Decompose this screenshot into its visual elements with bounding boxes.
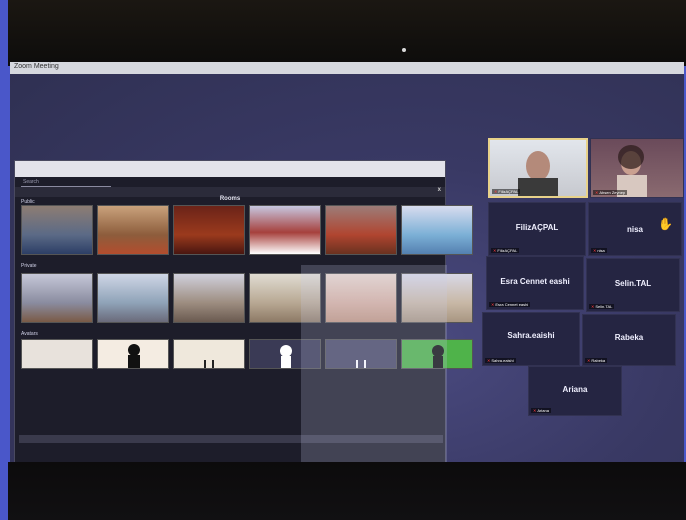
camera-dot: [402, 48, 406, 52]
participant-tag: ✕Ariana: [531, 408, 551, 413]
section-avatars-label: Avatars: [21, 331, 38, 337]
participant-tag: ✕Rabeka: [585, 358, 608, 363]
close-icon[interactable]: x: [438, 187, 441, 193]
figures-icon: [204, 360, 214, 368]
participant-tile[interactable]: Ariana ✕Ariana: [528, 366, 622, 416]
room-search-input[interactable]: Search: [21, 179, 111, 187]
silhouette-icon: [128, 344, 140, 368]
participant-name: Rabeka: [614, 333, 644, 342]
video-feed: [490, 140, 586, 196]
public-rooms-row: [21, 205, 473, 255]
participant-tag: ✕FilizAÇPAL: [492, 189, 521, 194]
avatar-thumbnail[interactable]: [21, 339, 93, 369]
room-thumbnail[interactable]: [401, 205, 473, 255]
participant-name: Selin.TAL: [614, 279, 652, 288]
room-thumbnail[interactable]: [97, 273, 169, 323]
room-thumbnail[interactable]: [21, 205, 93, 255]
participant-tag: ✕Esra Cennet eashi: [489, 302, 531, 307]
participant-tag: ✕FilizAÇPAL: [491, 248, 520, 253]
window-title: Zoom Meeting: [14, 63, 59, 70]
participant-name: Esra Cennet eashi: [500, 277, 570, 286]
picker-toolbar: [15, 161, 445, 177]
picker-header: Rooms x: [15, 187, 445, 202]
picker-title: Rooms: [219, 196, 241, 202]
video-feed: [591, 139, 683, 197]
room-thumbnail[interactable]: [21, 273, 93, 323]
monitor-top-bezel: [8, 0, 686, 66]
monitor-bottom-bezel: [8, 462, 686, 520]
participant-tag: ✕nisa: [591, 248, 607, 253]
left-border: [0, 0, 10, 520]
participant-name: Ariana: [562, 385, 588, 394]
screen: Zoom Meeting Search Rooms x Public Priva…: [10, 62, 684, 464]
avatar-thumbnail[interactable]: [173, 339, 245, 369]
participant-video-tile[interactable]: ✕Ahsen Zeynep: [590, 138, 684, 198]
room-thumbnail[interactable]: [173, 205, 245, 255]
mic-muted-icon: ✕: [591, 304, 595, 309]
participant-tile[interactable]: FilizAÇPAL ✕FilizAÇPAL: [488, 202, 586, 256]
window-titlebar: Zoom Meeting: [10, 62, 684, 74]
raised-hand-icon: ✋: [658, 217, 673, 231]
mic-muted-icon: ✕: [487, 358, 491, 363]
selection-overlay: [301, 265, 447, 464]
participant-tile[interactable]: Esra Cennet eashi ✕Esra Cennet eashi: [486, 256, 584, 310]
mic-muted-icon: ✕: [494, 189, 498, 194]
mic-muted-icon: ✕: [593, 248, 597, 253]
participant-tag: ✕Selin.TAL: [589, 304, 615, 309]
participant-tag: ✕Ahsen Zeynep: [593, 190, 628, 195]
participant-tag: ✕Sahra.eaishi: [485, 358, 516, 363]
room-thumbnail[interactable]: [173, 273, 245, 323]
mic-muted-icon: ✕: [491, 302, 495, 307]
room-thumbnail[interactable]: [97, 205, 169, 255]
participant-tile[interactable]: Selin.TAL ✕Selin.TAL: [586, 258, 680, 312]
mic-muted-icon: ✕: [595, 190, 599, 195]
mic-muted-icon: ✕: [587, 358, 591, 363]
room-thumbnail[interactable]: [249, 205, 321, 255]
room-thumbnail[interactable]: [325, 205, 397, 255]
mic-muted-icon: ✕: [533, 408, 537, 413]
participant-video-tile[interactable]: ✕FilizAÇPAL: [488, 138, 588, 198]
participant-name: FilizAÇPAL: [515, 223, 559, 232]
participant-tile[interactable]: Rabeka ✕Rabeka: [582, 314, 676, 366]
participant-name: Sahra.eaishi: [507, 331, 555, 340]
section-private-label: Private: [21, 263, 37, 269]
room-picker-window: Search Rooms x Public Private Avatars: [14, 160, 473, 464]
avatar-thumbnail[interactable]: [97, 339, 169, 369]
person-video-icon: [518, 151, 558, 196]
mic-muted-icon: ✕: [493, 248, 497, 253]
participant-tile[interactable]: Sahra.eaishi ✕Sahra.eaishi: [482, 312, 580, 366]
person-video-icon: [617, 145, 647, 197]
participant-tile[interactable]: nisa ✋ ✕nisa: [588, 202, 682, 256]
